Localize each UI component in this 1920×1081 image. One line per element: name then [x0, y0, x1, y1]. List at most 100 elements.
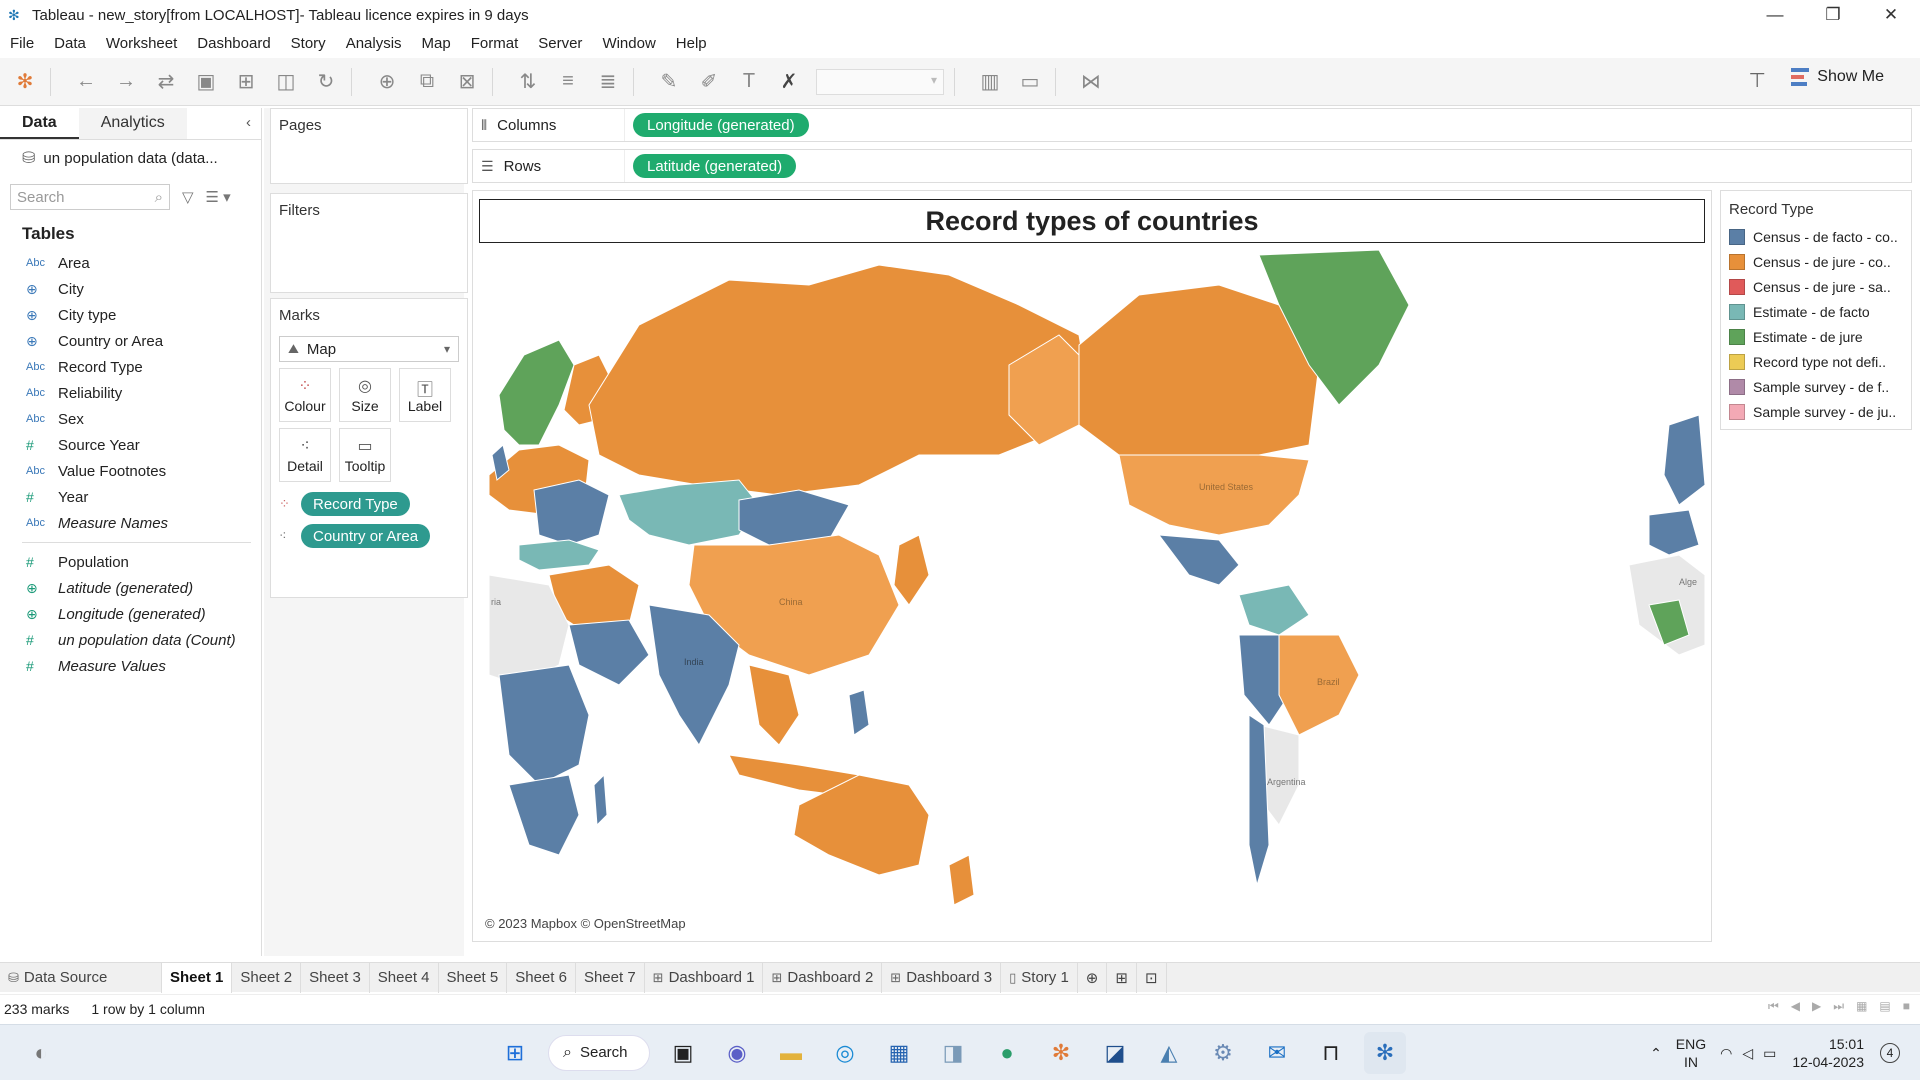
field-item[interactable]: ⊕ City	[0, 276, 261, 302]
label-button[interactable]: 🅃 Label	[399, 368, 451, 422]
show-cards-icon[interactable]: ▥	[975, 67, 1005, 97]
tabs-view-icon[interactable]: ■	[1903, 999, 1910, 1014]
sheet-tab[interactable]: Sheet 1	[162, 962, 233, 993]
new-story-tab-icon[interactable]: ⊡	[1137, 962, 1167, 993]
map-region-philippines[interactable]	[848, 689, 870, 736]
store-icon[interactable]: ▦	[878, 1032, 920, 1074]
rows-shelf[interactable]: ☰ Rows Latitude (generated)	[472, 149, 1912, 183]
battery-icon[interactable]: ▭	[1763, 1045, 1776, 1062]
field-item[interactable]: ⊕ City type	[0, 302, 261, 328]
country-pill[interactable]: Country or Area	[301, 524, 431, 548]
field-item[interactable]: Abc Reliability	[0, 380, 261, 406]
file-explorer-icon[interactable]: ▬	[770, 1032, 812, 1074]
filters-card[interactable]: Filters	[270, 193, 468, 293]
sheet-tab[interactable]: Sheet 4	[370, 962, 439, 993]
detail-button[interactable]: ⁖ Detail	[279, 428, 331, 482]
wifi-icon[interactable]: ◠	[1720, 1045, 1732, 1062]
menu-file[interactable]: File	[10, 35, 34, 52]
highlight-icon[interactable]: ✎	[654, 67, 684, 97]
app-icon[interactable]: ◨	[932, 1032, 974, 1074]
field-item[interactable]: Abc Area	[0, 250, 261, 276]
presentation-mode-icon[interactable]: ▭	[1015, 67, 1045, 97]
new-datasource-icon[interactable]: ⊞	[231, 67, 261, 97]
map-region-iberia-right[interactable]	[1648, 509, 1700, 556]
map-region-norway-sweden[interactable]	[498, 339, 575, 446]
chevron-up-icon[interactable]: ⌃	[1650, 1045, 1662, 1062]
show-labels-icon[interactable]: T	[734, 67, 764, 97]
fix-axes-icon[interactable]: ✗	[774, 67, 804, 97]
menu-help[interactable]: Help	[676, 35, 707, 52]
first-sheet-icon[interactable]: ⏮	[1768, 999, 1779, 1014]
latitude-pill[interactable]: Latitude (generated)	[633, 154, 797, 178]
map-region-arabia[interactable]	[568, 619, 650, 686]
language-indicator[interactable]: ENG IN	[1676, 1035, 1706, 1071]
map-region-colombia-venezuela[interactable]	[1238, 584, 1310, 636]
colour-button[interactable]: ⁘ Colour	[279, 368, 331, 422]
map-region-mexico[interactable]	[1157, 534, 1240, 586]
sheet-tab[interactable]: ⊞ Dashboard 1	[645, 962, 764, 993]
data-source-tab[interactable]: ⛁ Data Source	[0, 962, 162, 993]
menu-window[interactable]: Window	[602, 35, 655, 52]
windows-start-icon[interactable]: ⊞	[494, 1032, 536, 1074]
mark-type-dropdown[interactable]: ⛰ Map ▾	[279, 336, 459, 362]
duplicate-sheet-icon[interactable]: ⧉	[412, 67, 442, 97]
pause-updates-icon[interactable]: ◫	[271, 67, 301, 97]
undo-icon[interactable]: ←	[71, 67, 101, 97]
new-worksheet-icon[interactable]: ⊕	[372, 67, 402, 97]
map-region-southeast-asia[interactable]	[748, 664, 800, 746]
menu-dashboard[interactable]: Dashboard	[197, 35, 270, 52]
sort-ascending-icon[interactable]: ≡	[553, 67, 583, 97]
menu-server[interactable]: Server	[538, 35, 582, 52]
map-region-madagascar[interactable]	[593, 773, 608, 827]
app-m-icon[interactable]: ⊓	[1310, 1032, 1352, 1074]
map-region-usa[interactable]	[1118, 454, 1310, 536]
field-item[interactable]: # Year	[0, 484, 261, 510]
legend-item[interactable]: Census - de facto - co..	[1721, 224, 1911, 249]
volume-icon[interactable]: ◁	[1742, 1045, 1753, 1062]
grid-view-icon[interactable]: ▦	[1856, 999, 1867, 1014]
tableau-home-icon[interactable]: ✻	[10, 67, 40, 97]
menu-data[interactable]: Data	[54, 35, 86, 52]
redo-icon[interactable]: →	[111, 67, 141, 97]
tab-analytics[interactable]: Analytics	[78, 108, 187, 139]
close-button[interactable]: ✕	[1862, 0, 1920, 30]
task-view-icon[interactable]: ▣	[662, 1032, 704, 1074]
map-region-europe-east[interactable]	[533, 479, 610, 546]
map-region-turkey[interactable]	[518, 539, 600, 571]
legend-item[interactable]: Record type not defi..	[1721, 349, 1911, 374]
swap-icon[interactable]: ⇄	[151, 67, 181, 97]
field-item[interactable]: Abc Record Type	[0, 354, 261, 380]
columns-shelf[interactable]: ⦀ Columns Longitude (generated)	[472, 108, 1912, 142]
field-item[interactable]: # Measure Values	[0, 653, 261, 679]
filmstrip-view-icon[interactable]: ▤	[1879, 999, 1890, 1014]
legend-item[interactable]: Estimate - de jure	[1721, 324, 1911, 349]
search-input[interactable]: Search ⌕	[10, 184, 170, 210]
field-item[interactable]: Abc Sex	[0, 406, 261, 432]
minimize-button[interactable]: —	[1746, 0, 1804, 30]
tooltip-button[interactable]: ▭ Tooltip	[339, 428, 391, 482]
viz-title[interactable]: Record types of countries	[479, 199, 1705, 243]
fit-dropdown[interactable]	[816, 68, 944, 95]
tab-data[interactable]: Data	[0, 108, 79, 139]
sheet-tab[interactable]: Sheet 5	[439, 962, 508, 993]
edge-browser-icon[interactable]: ◎	[824, 1032, 866, 1074]
menu-worksheet[interactable]: Worksheet	[106, 35, 177, 52]
sheet-tab[interactable]: Sheet 6	[507, 962, 576, 993]
field-item[interactable]: ⊕ Latitude (generated)	[0, 575, 261, 601]
legend-item[interactable]: Census - de jure - sa..	[1721, 274, 1911, 299]
menu-analysis[interactable]: Analysis	[346, 35, 402, 52]
show-me-button[interactable]: Show Me	[1791, 68, 1884, 86]
map-attribution[interactable]: © 2023 Mapbox © OpenStreetMap	[485, 916, 686, 931]
sheet-tab[interactable]: Sheet 3	[301, 962, 370, 993]
weather-icon[interactable]: ◐	[20, 1032, 62, 1074]
pages-card[interactable]: Pages	[270, 108, 468, 184]
world-map[interactable]: China United States Brazil Argentina Ind…	[479, 245, 1705, 925]
menu-story[interactable]: Story	[291, 35, 326, 52]
menu-map[interactable]: Map	[422, 35, 451, 52]
prev-sheet-icon[interactable]: ◀	[1791, 999, 1800, 1014]
field-item[interactable]: ⊕ Longitude (generated)	[0, 601, 261, 627]
sort-descending-icon[interactable]: ≣	[593, 67, 623, 97]
collapse-icon[interactable]: ‹	[236, 108, 261, 139]
clear-sheet-icon[interactable]: ⊠	[452, 67, 482, 97]
notification-badge[interactable]: 4	[1880, 1043, 1900, 1063]
